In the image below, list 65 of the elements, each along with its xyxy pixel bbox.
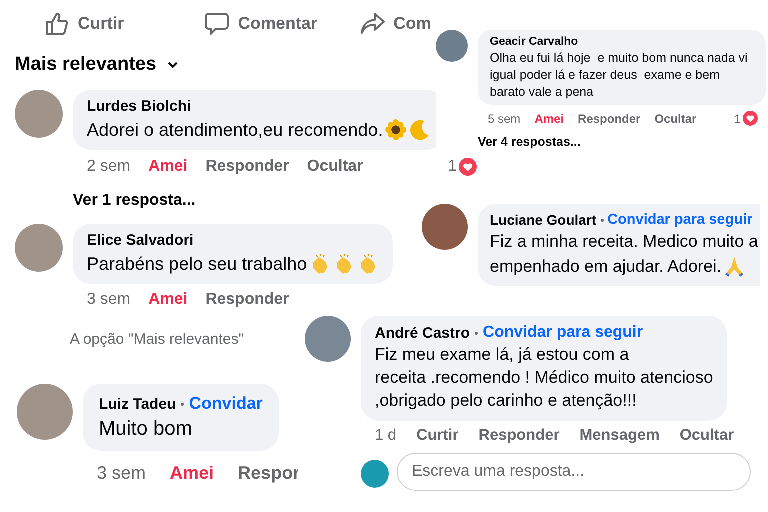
comment-action-link[interactable]: Amei	[534, 112, 564, 126]
comment-action-link[interactable]: Responder	[578, 112, 641, 126]
comment-action-link[interactable]: Responder	[206, 158, 290, 176]
comment-text: Fiz a minha receita. Medico muito a	[490, 232, 758, 252]
comment-action-link[interactable]: Amei	[148, 158, 188, 176]
notice-text: A opção "Mais relevantes"	[70, 331, 244, 348]
comment-action-link[interactable]: Respor	[238, 463, 300, 484]
avatar-photo	[422, 204, 468, 250]
reaction-count: 1	[734, 112, 741, 126]
comment-time: 3 sem	[97, 463, 146, 484]
thumbs-up-icon	[44, 11, 70, 37]
comment-text: barato vale a pena	[490, 85, 594, 99]
post-action-button[interactable]: Com	[360, 6, 432, 42]
separator-dot	[475, 332, 478, 334]
comment-text: Adorei o atendimento,eu recomendo.	[87, 120, 384, 140]
reaction-count: 1	[448, 158, 457, 176]
invite-link[interactable]: Convidar	[189, 394, 263, 414]
comment-action-link[interactable]: Ocultar	[680, 427, 734, 445]
commenter-name[interactable]: Luciane Goulart	[490, 212, 597, 228]
speech-bubble-icon	[204, 11, 230, 37]
share-arrow-icon	[360, 11, 386, 37]
view-replies-link[interactable]: Ver 1 resposta...	[73, 192, 196, 210]
commenter-name[interactable]: Luiz Tadeu	[99, 396, 176, 412]
invite-link[interactable]: Convidar para seguir	[608, 212, 753, 228]
comment-action-link[interactable]: Responder	[206, 291, 290, 309]
avatar-photo	[305, 316, 351, 362]
comment-action-link[interactable]: Responder	[478, 427, 560, 445]
crescent-moon-icon	[409, 119, 432, 141]
comment-action-link[interactable]: Curtir	[416, 427, 459, 445]
avatar-photo	[15, 224, 63, 272]
comment-time: 1 d	[375, 427, 397, 445]
logo-avatar	[361, 460, 389, 488]
commenter-name[interactable]: André Castro	[375, 324, 470, 342]
sunflower-icon	[385, 119, 408, 141]
comment-text: receita .recomendo ! Médico muito atencioso	[375, 368, 714, 388]
comment-time: 2 sem	[87, 158, 131, 176]
commenter-name[interactable]: Lurdes Biolchi	[87, 98, 192, 115]
comment-action-link[interactable]: Ocultar	[307, 158, 364, 176]
chevron-down-icon	[166, 61, 179, 69]
commenter-name[interactable]: Geacir Carvalho	[490, 36, 578, 48]
separator-dot	[181, 402, 184, 406]
comment-text: Muito bom	[99, 418, 192, 441]
reply-field[interactable]: Escreva uma resposta...	[397, 453, 751, 491]
comment-action-link[interactable]: Ocultar	[654, 112, 697, 126]
comment-action-link[interactable]: Amei	[148, 291, 188, 309]
avatar-photo	[15, 90, 63, 138]
comment-text: empenhado em ajudar. Adorei.	[490, 256, 722, 276]
comment-action-link[interactable]: Mensagem	[580, 427, 660, 445]
post-action-button[interactable]: Comentar	[204, 6, 318, 42]
comment-time: 5 sem	[488, 112, 521, 126]
praying-hands-icon	[724, 256, 745, 277]
commenter-name[interactable]: Elice Salvadori	[87, 232, 194, 249]
comment-text: ,obrigado pelo carinho e atenção!!!	[375, 391, 637, 411]
avatar-photo	[436, 30, 468, 62]
comment-text: igual poder lá e fazer deus exame e bem	[490, 68, 720, 82]
view-replies-link[interactable]: Ver 4 respostas...	[478, 135, 581, 149]
separator-dot	[600, 218, 604, 222]
comment-text: Olha eu fui lá hoje e muito bom nunca nada vi	[490, 51, 748, 65]
comment-time: 3 sem	[87, 291, 131, 309]
invite-link[interactable]: Convidar para seguir	[483, 324, 644, 342]
comment-text: Fiz meu exame lá, já estou com a	[375, 345, 630, 365]
comment-text: Parabéns pelo seu trabalho	[87, 254, 308, 274]
post-action-button[interactable]: Curtir	[44, 6, 124, 42]
comment-action-link[interactable]: Amei	[170, 463, 214, 484]
sort-dropdown[interactable]: Mais relevantes	[15, 54, 179, 76]
